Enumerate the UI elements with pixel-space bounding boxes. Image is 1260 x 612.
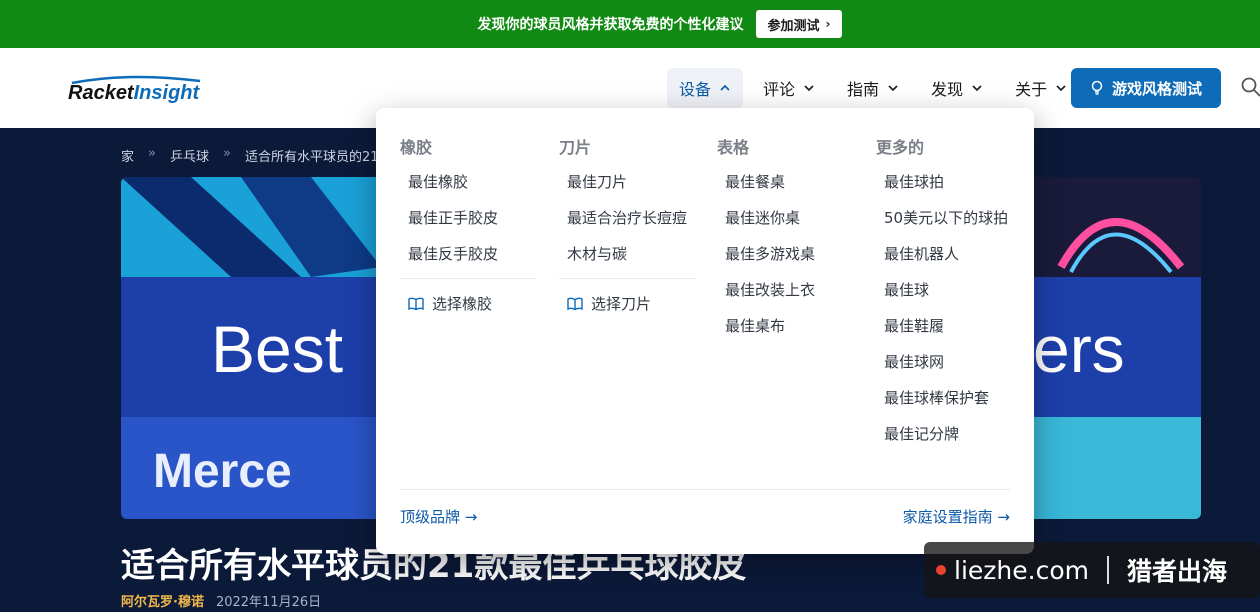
menu-heading: 橡胶 [400, 138, 433, 157]
menu-link[interactable]: 最佳机器人 [884, 242, 1016, 266]
nav-discover-label: 发现 [931, 80, 964, 99]
choose-blade-label: 选择刀片 [591, 295, 652, 313]
book-icon [567, 297, 583, 310]
menu-link[interactable]: 最佳球网 [884, 350, 1016, 374]
menu-link[interactable]: 最佳球拍 [884, 170, 1016, 194]
menu-link[interactable]: 最佳正手胶皮 [408, 206, 540, 230]
watermark-divider [1106, 556, 1109, 584]
menu-link[interactable]: 木材与碳 [567, 242, 699, 266]
watermark-dot [936, 565, 946, 575]
main-nav: 设备 评论 指南 发现 关于 [667, 68, 1087, 108]
breadcrumb-separator: » [223, 146, 231, 161]
promo-bar: 发现你的球员风格并获取免费的个性化建议 参加测试 › [0, 0, 1260, 48]
home-setup-guide-link[interactable]: 家庭设置指南 → [903, 506, 1010, 527]
menu-heading: 更多的 [876, 138, 925, 157]
author-link[interactable]: 阿尔瓦罗·穆诺 [121, 591, 204, 610]
svg-text:RacketInsight: RacketInsight [68, 82, 200, 104]
menu-column-rubbers: 橡胶 最佳橡胶 最佳正手胶皮 最佳反手胶皮 选择橡胶 [400, 134, 540, 314]
menu-heading: 表格 [717, 138, 750, 157]
menu-link[interactable]: 最佳反手胶皮 [408, 242, 540, 266]
equipment-mega-menu: 橡胶 最佳橡胶 最佳正手胶皮 最佳反手胶皮 选择橡胶 刀片 最佳刀片 最适合治疗… [376, 108, 1034, 554]
menu-link[interactable]: 最佳记分牌 [884, 422, 1016, 446]
lightbulb-icon [1091, 80, 1103, 95]
chevron-up-icon [720, 84, 730, 91]
menu-link[interactable]: 最佳改装上衣 [725, 278, 857, 302]
menu-link[interactable]: 最佳多游戏桌 [725, 242, 857, 266]
menu-divider [559, 278, 695, 279]
playstyle-quiz-button[interactable]: 游戏风格测试 [1071, 68, 1221, 108]
menu-footer-divider [400, 489, 1010, 490]
choose-blade-link[interactable]: 选择刀片 [567, 293, 699, 314]
nav-guides[interactable]: 指南 [835, 68, 911, 108]
chevron-down-icon [804, 85, 814, 92]
nav-about[interactable]: 关于 [1003, 68, 1079, 108]
publish-date: 2022年11月26日 [215, 595, 322, 610]
breadcrumb-current: 适合所有水平球员的21 [244, 150, 379, 165]
hero-image-text-left: Best [211, 312, 343, 386]
menu-link[interactable]: 50美元以下的球拍 [884, 206, 1009, 230]
chevron-right-icon: › [825, 17, 831, 31]
menu-link[interactable]: 最佳橡胶 [408, 170, 540, 194]
menu-link[interactable]: 最佳迷你桌 [725, 206, 857, 230]
watermark: liezhe.com 猎者出海 [924, 542, 1260, 598]
breadcrumb-home[interactable]: 家 [121, 146, 134, 165]
hero-image-text-right: ers [1033, 312, 1125, 386]
choose-rubber-link[interactable]: 选择橡胶 [408, 293, 540, 314]
menu-column-blades: 刀片 最佳刀片 最适合治疗长痘痘 木材与碳 选择刀片 [559, 134, 699, 314]
menu-link[interactable]: 最佳刀片 [567, 170, 699, 194]
site-logo[interactable]: RacketInsight [68, 74, 208, 104]
menu-column-tables: 表格 最佳餐桌 最佳迷你桌 最佳多游戏桌 最佳改装上衣 最佳桌布 [717, 134, 857, 350]
menu-link[interactable]: 最佳球 [884, 278, 1016, 302]
nav-equipment-label: 设备 [679, 80, 712, 99]
article-meta: 阿尔瓦罗·穆诺 2022年11月26日 [121, 591, 321, 610]
breadcrumb-separator: » [148, 146, 156, 161]
menu-divider [400, 278, 536, 279]
take-test-label: 参加测试 [767, 18, 820, 34]
nav-reviews-label: 评论 [763, 80, 796, 99]
nav-guides-label: 指南 [847, 80, 880, 99]
breadcrumb: 家 » 乒乓球 » 适合所有水平球员的21 [121, 146, 379, 165]
watermark-site: liezhe.com [954, 555, 1089, 585]
nav-discover[interactable]: 发现 [919, 68, 995, 108]
chevron-down-icon [888, 85, 898, 92]
menu-link[interactable]: 最佳球棒保护套 [884, 386, 1016, 410]
menu-link[interactable]: 最适合治疗长痘痘 [567, 206, 687, 230]
menu-link[interactable]: 最佳鞋履 [884, 314, 1016, 338]
top-brands-link[interactable]: 顶级品牌 → [400, 506, 477, 527]
menu-column-more: 更多的 最佳球拍 50美元以下的球拍 最佳机器人 最佳球 最佳鞋履 最佳球网 最… [876, 134, 1016, 458]
search-icon[interactable] [1240, 76, 1260, 98]
nav-reviews[interactable]: 评论 [751, 68, 827, 108]
take-test-button[interactable]: 参加测试 › [755, 10, 843, 38]
watermark-brand: 猎者出海 [1126, 557, 1227, 586]
nav-about-label: 关于 [1015, 80, 1048, 99]
menu-link[interactable]: 最佳餐桌 [725, 170, 857, 194]
menu-link[interactable]: 最佳桌布 [725, 314, 857, 338]
chevron-down-icon [1056, 85, 1066, 92]
choose-rubber-label: 选择橡胶 [432, 295, 493, 313]
breadcrumb-category[interactable]: 乒乓球 [170, 146, 209, 165]
promo-text: 发现你的球员风格并获取免费的个性化建议 [477, 17, 744, 33]
menu-heading: 刀片 [559, 138, 592, 157]
hero-image-text-bottom: Merce [153, 445, 292, 498]
book-icon [408, 297, 424, 310]
playstyle-quiz-label: 游戏风格测试 [1111, 79, 1202, 98]
nav-equipment[interactable]: 设备 [667, 68, 744, 108]
chevron-down-icon [972, 85, 982, 92]
